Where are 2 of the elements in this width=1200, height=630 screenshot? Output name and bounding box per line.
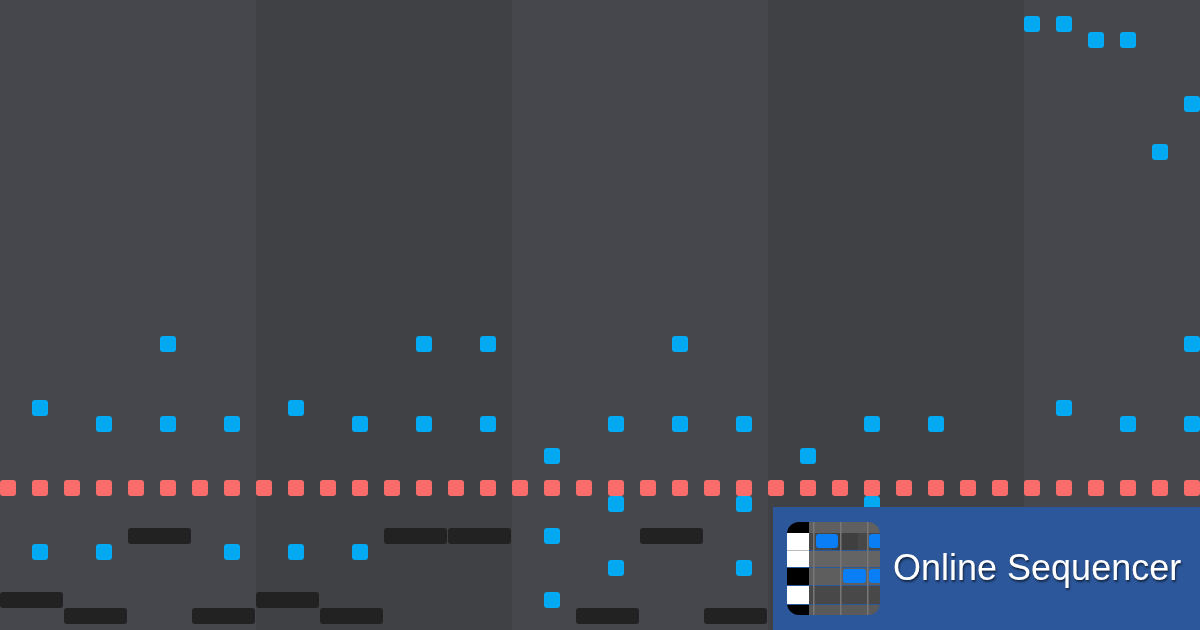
piano-roll-logo-icon xyxy=(787,522,880,615)
app-title: Online Sequencer xyxy=(893,549,1182,588)
